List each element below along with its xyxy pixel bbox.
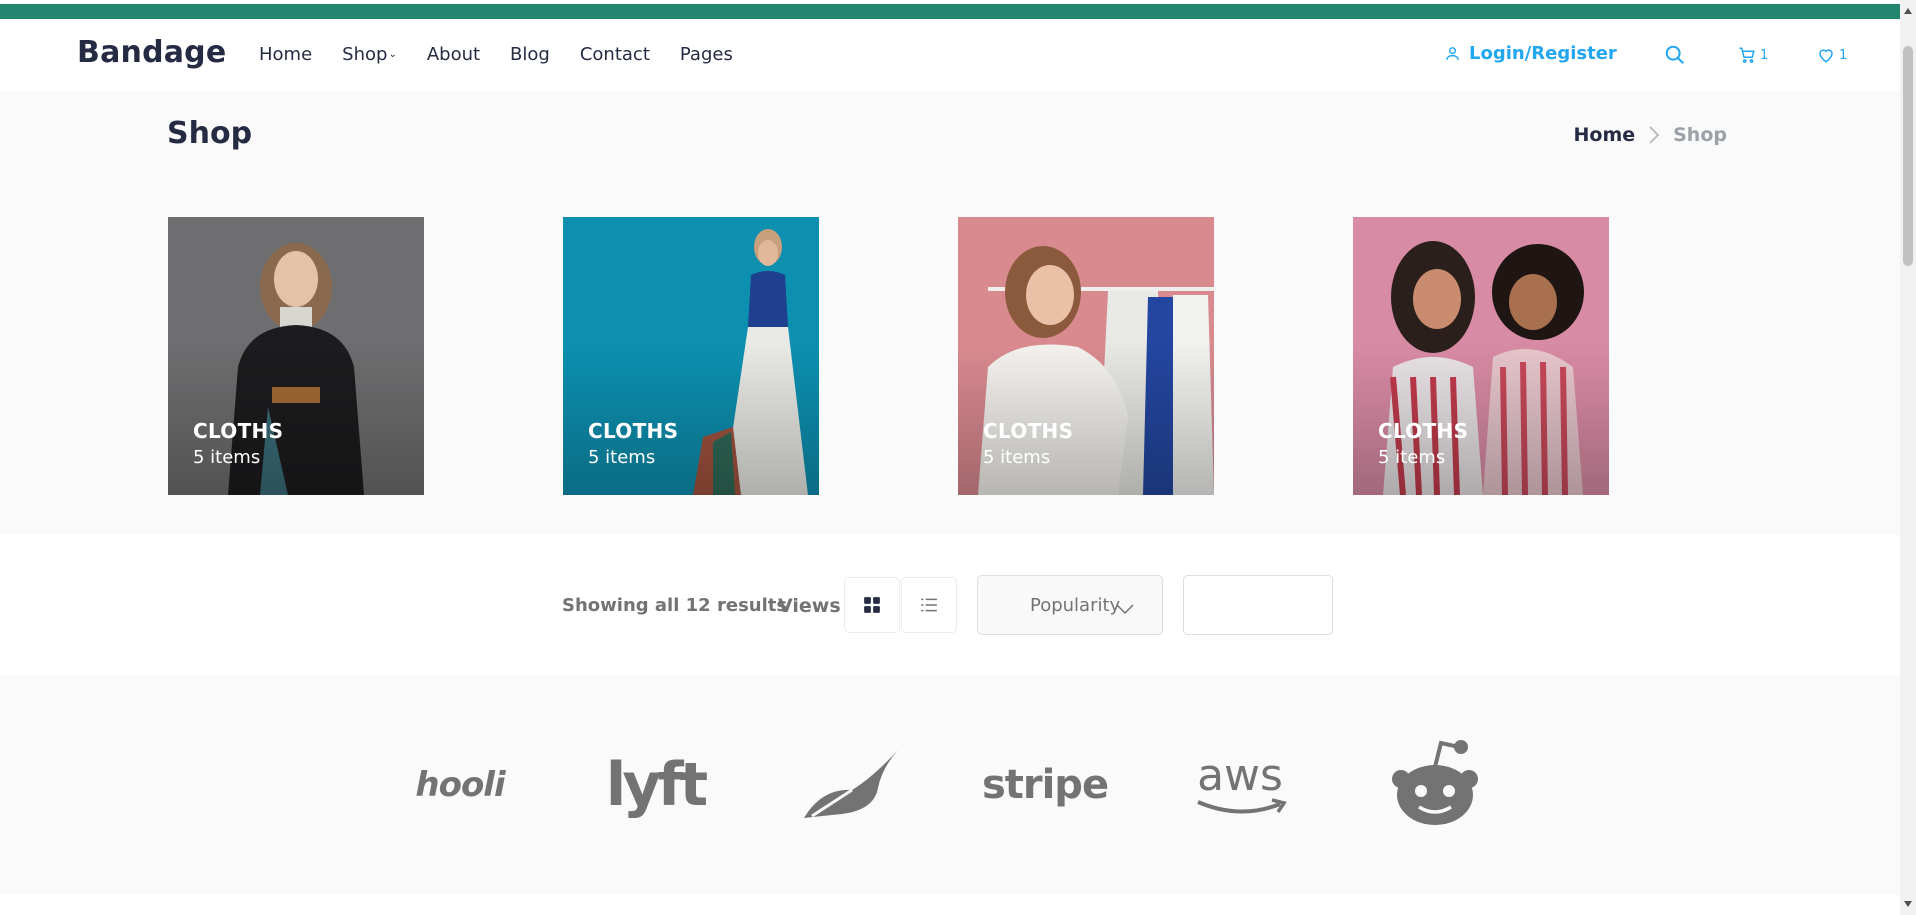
- stripe-logo: stripe: [982, 740, 1109, 830]
- category-cards: CLOTHS 5 items CLOTHS 5 items CLOTHS 5 i…: [168, 217, 1609, 495]
- category-title: CLOTHS: [193, 419, 284, 443]
- list-icon: [921, 598, 937, 612]
- category-card[interactable]: CLOTHS 5 items: [958, 217, 1214, 495]
- category-title: CLOTHS: [983, 419, 1074, 443]
- login-register-link[interactable]: Login/Register: [1444, 43, 1617, 64]
- category-count: 5 items: [983, 447, 1051, 468]
- aws-logo-text: aws: [1197, 750, 1283, 801]
- aws-smile-icon: [1197, 798, 1287, 814]
- scroll-down-arrow-icon[interactable]: [1904, 901, 1912, 907]
- category-card[interactable]: CLOTHS 5 items: [1353, 217, 1609, 495]
- scroll-up-arrow-icon[interactable]: [1904, 8, 1912, 14]
- sort-selected-value: Popularity: [1030, 595, 1121, 616]
- category-count: 5 items: [588, 447, 656, 468]
- lyft-logo: lyft: [605, 740, 708, 830]
- category-card[interactable]: CLOTHS 5 items: [168, 217, 424, 495]
- hooli-logo-text: hooli: [415, 765, 505, 805]
- cart-count: 1: [1760, 47, 1769, 63]
- page-title: Shop: [167, 116, 253, 151]
- search-icon[interactable]: [1664, 44, 1686, 66]
- filter-button[interactable]: [1183, 575, 1333, 635]
- nav-shop-label: Shop: [342, 44, 388, 65]
- main-nav: Home Shop⌄ About Blog Contact Pages: [259, 44, 763, 65]
- filter-bar: Showing all 12 results Views Popularity: [0, 535, 1900, 675]
- nav-actions: Login/Register 1 1: [1400, 43, 1900, 73]
- scroll-thumb[interactable]: [1903, 46, 1913, 266]
- grid-icon: [864, 597, 880, 613]
- heart-icon: [1819, 49, 1833, 63]
- lyft-logo-text: lyft: [605, 750, 708, 820]
- login-register-label: Login/Register: [1469, 43, 1617, 64]
- nav-home[interactable]: Home: [259, 44, 312, 65]
- grid-view-button[interactable]: [844, 577, 900, 633]
- user-icon: [1446, 47, 1459, 60]
- chevron-down-icon: [1116, 604, 1134, 615]
- chevron-down-icon: ⌄: [388, 49, 397, 60]
- navbar: Bandage Home Shop⌄ About Blog Contact Pa…: [0, 19, 1900, 91]
- breadcrumb-current: Shop: [1673, 124, 1727, 146]
- wishlist-count: 1: [1839, 47, 1848, 63]
- nav-blog[interactable]: Blog: [510, 44, 550, 65]
- top-accent-bar: [0, 4, 1900, 19]
- nav-shop[interactable]: Shop⌄: [342, 44, 397, 65]
- chevron-right-icon: [1649, 126, 1660, 144]
- category-title: CLOTHS: [588, 419, 679, 443]
- sort-select[interactable]: Popularity: [977, 575, 1163, 635]
- category-title: CLOTHS: [1378, 419, 1469, 443]
- list-view-button[interactable]: [901, 577, 957, 633]
- category-count: 5 items: [1378, 447, 1446, 468]
- leaf-logo-icon: [804, 750, 898, 818]
- aws-logo: aws: [1190, 740, 1290, 830]
- wishlist-button[interactable]: 1: [1817, 46, 1847, 64]
- breadcrumb: Home Shop: [1573, 124, 1727, 146]
- brand-logo[interactable]: Bandage: [77, 35, 226, 70]
- category-count: 5 items: [193, 447, 261, 468]
- breadcrumb-home[interactable]: Home: [1573, 124, 1635, 146]
- page-scrollbar[interactable]: [1900, 0, 1916, 915]
- shop-header-section: Shop Home Shop CLOTHS 5 items CLOTHS 5 i…: [0, 91, 1900, 535]
- results-count: Showing all 12 results: [562, 595, 788, 616]
- cart-icon: [1739, 47, 1755, 63]
- clients-section: hooli lyft stripe aws: [0, 675, 1900, 895]
- stripe-logo-text: stripe: [981, 762, 1109, 808]
- reddit-logo: [1385, 740, 1485, 830]
- nav-pages[interactable]: Pages: [680, 44, 733, 65]
- category-card[interactable]: CLOTHS 5 items: [563, 217, 819, 495]
- reddit-logo-icon: [1392, 740, 1478, 825]
- leaf-logo: [800, 740, 900, 830]
- nav-about[interactable]: About: [427, 44, 480, 65]
- views-label: Views: [778, 595, 841, 617]
- cart-button[interactable]: 1: [1738, 46, 1768, 64]
- hooli-logo: hooli: [410, 740, 510, 830]
- nav-contact[interactable]: Contact: [580, 44, 650, 65]
